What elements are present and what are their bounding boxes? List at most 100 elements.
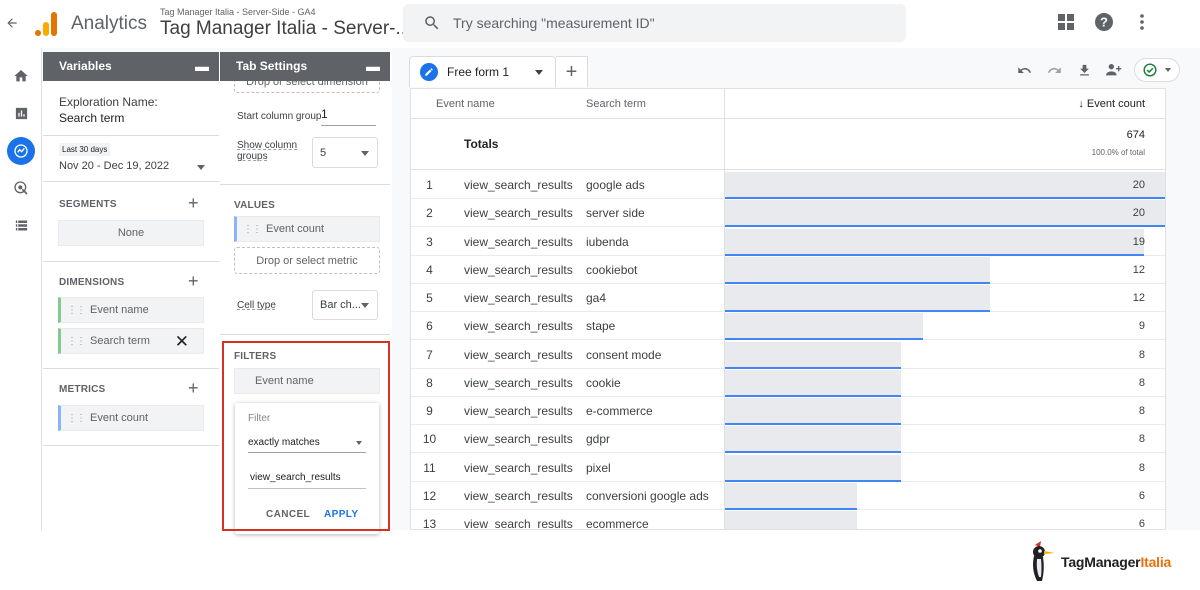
event-name-cell: view_search_results xyxy=(464,460,573,475)
status-dropdown[interactable] xyxy=(1134,58,1180,82)
drag-handle-icon[interactable]: ⋮⋮ xyxy=(67,336,86,347)
arrow-left-icon[interactable] xyxy=(4,12,20,34)
table-row[interactable]: 9 view_search_results e-commerce 8 xyxy=(411,397,1165,425)
value-chip[interactable]: ⋮⋮ Event count xyxy=(234,216,380,242)
redo-icon[interactable] xyxy=(1044,60,1064,80)
collapse-icon[interactable]: ▬ xyxy=(366,58,380,74)
start-column-label: Start column group xyxy=(237,111,322,122)
undo-icon[interactable] xyxy=(1014,60,1034,80)
variables-header: Variables ▬ xyxy=(43,52,219,81)
table-row[interactable]: 4 view_search_results cookiebot 12 xyxy=(411,256,1165,284)
metrics-label: METRICS xyxy=(59,384,106,395)
row-index: 1 xyxy=(426,178,433,192)
apps-grid-icon[interactable] xyxy=(1056,12,1076,32)
analytics-logo-icon[interactable] xyxy=(35,12,57,36)
tab-free-form[interactable]: Free form 1 xyxy=(409,56,557,87)
reports-icon[interactable] xyxy=(11,103,31,123)
drag-handle-icon[interactable]: ⋮⋮ xyxy=(67,413,86,424)
tab-settings-header: Tab Settings ▬ xyxy=(220,52,390,81)
table-row[interactable]: 7 view_search_results consent mode 8 xyxy=(411,341,1165,369)
exploration-name-input[interactable]: Search term xyxy=(59,111,124,125)
table-row[interactable]: 12 view_search_results conversioni google … xyxy=(411,482,1165,510)
row-index: 10 xyxy=(422,432,437,447)
totals-value: 674 xyxy=(1126,129,1145,141)
free-form-table: Event name Search term ↓ Event count Tot… xyxy=(410,88,1166,530)
add-tab-button[interactable]: + xyxy=(556,56,589,87)
table-row[interactable]: 11 view_search_results pixel 8 xyxy=(411,454,1165,482)
add-dimension-icon[interactable]: + xyxy=(188,272,199,290)
table-row[interactable]: 3 view_search_results iubenda 19 xyxy=(411,228,1165,256)
chevron-down-icon[interactable] xyxy=(535,69,544,75)
column-header-search-term[interactable]: Search term xyxy=(586,89,716,118)
exploration-canvas: Free form 1 + Event name Search term ↓ E… xyxy=(392,48,1200,530)
search-term-cell: ecommerce xyxy=(586,517,649,530)
dimension-chip[interactable]: ⋮⋮ Event name xyxy=(58,297,204,323)
pencil-icon[interactable] xyxy=(420,63,438,81)
show-groups-select[interactable]: 5 xyxy=(312,137,378,168)
table-row[interactable]: 2 view_search_results server side 20 xyxy=(411,199,1165,228)
metric-label: Event count xyxy=(90,412,149,424)
start-column-input[interactable]: 1 xyxy=(321,107,376,126)
add-segment-icon[interactable]: + xyxy=(188,194,199,212)
event-count-cell: 12 xyxy=(1132,263,1145,276)
cell-type-value: Bar ch... xyxy=(320,299,361,311)
configure-icon[interactable] xyxy=(11,215,31,235)
event-count-bar xyxy=(725,172,1165,199)
metric-chip[interactable]: ⋮⋮ Event count xyxy=(58,405,204,431)
account-path: Tag Manager Italia - Server-Side - GA4 xyxy=(160,7,316,17)
column-header-event-count[interactable]: ↓ Event count xyxy=(725,89,1145,118)
explore-icon[interactable] xyxy=(7,137,35,165)
search-bar[interactable]: Try searching "measurement ID" xyxy=(403,4,906,42)
add-metric-icon[interactable]: + xyxy=(188,379,199,397)
share-icon[interactable] xyxy=(1104,60,1124,80)
drop-dimension-target[interactable]: Drop or select dimension xyxy=(234,81,380,93)
help-icon[interactable]: ? xyxy=(1094,12,1114,32)
search-term-cell: iubenda xyxy=(586,234,629,249)
drag-handle-icon[interactable]: ⋮⋮ xyxy=(243,224,262,235)
table-row[interactable]: 10 view_search_results gdpr 8 xyxy=(411,425,1165,454)
row-index: 5 xyxy=(426,291,433,305)
download-icon[interactable] xyxy=(1074,60,1094,80)
event-count-cell: 6 xyxy=(1138,489,1145,502)
event-name-cell: view_search_results xyxy=(464,375,573,390)
row-index: 11 xyxy=(423,460,436,475)
table-row[interactable]: 1 view_search_results google ads 20 xyxy=(411,171,1165,199)
dimension-chip[interactable]: ⋮⋮ Search term ✕ xyxy=(58,328,204,354)
drop-metric-target[interactable]: Drop or select metric xyxy=(234,247,380,274)
collapse-icon[interactable]: ▬ xyxy=(195,58,209,74)
search-term-cell: ga4 xyxy=(586,291,607,305)
search-term-cell: pixel xyxy=(586,460,611,475)
search-term-cell: e-commerce xyxy=(586,404,653,418)
table-row[interactable]: 6 view_search_results stape 9 xyxy=(411,312,1165,341)
event-count-cell: 8 xyxy=(1138,348,1145,361)
drag-handle-icon[interactable]: ⋮⋮ xyxy=(67,305,86,316)
event-count-cell: 8 xyxy=(1138,405,1145,417)
search-term-cell: gdpr xyxy=(586,432,611,447)
date-badge: Last 30 days xyxy=(59,143,111,156)
event-count-bar xyxy=(725,511,857,529)
svg-text:?: ? xyxy=(1100,15,1108,30)
canvas-toolbar xyxy=(1014,58,1180,82)
brand-watermark: TagManagerItalia xyxy=(1027,540,1171,584)
home-icon[interactable] xyxy=(11,66,31,86)
search-term-cell: server side xyxy=(586,206,645,221)
table-row[interactable]: 5 view_search_results ga4 12 xyxy=(411,284,1165,312)
property-picker[interactable]: Tag Manager Italia - Server-Side - GA4 T… xyxy=(160,7,411,40)
variables-body: Exploration Name: Search term Last 30 da… xyxy=(43,81,219,530)
nav-rail xyxy=(0,48,42,530)
table-row[interactable]: 8 view_search_results cookie 8 xyxy=(411,369,1165,397)
top-app-bar: Analytics Tag Manager Italia - Server-Si… xyxy=(0,0,1200,48)
event-count-bar xyxy=(725,313,923,341)
advertising-icon[interactable] xyxy=(11,178,31,198)
more-vert-icon[interactable] xyxy=(1132,12,1152,32)
cell-type-select[interactable]: Bar ch... xyxy=(312,290,378,320)
event-name-cell: view_search_results xyxy=(464,488,573,503)
event-count-cell: 12 xyxy=(1132,292,1145,304)
search-term-cell: stape xyxy=(586,319,616,334)
chevron-down-icon xyxy=(1165,68,1171,72)
row-index: 12 xyxy=(422,488,437,503)
column-header-event-name[interactable]: Event name xyxy=(436,89,576,118)
remove-icon[interactable]: ✕ xyxy=(175,332,189,352)
table-row[interactable]: 13 view_search_results ecommerce 6 xyxy=(411,510,1165,530)
date-range-picker[interactable]: Nov 20 - Dec 19, 2022 xyxy=(59,160,205,172)
